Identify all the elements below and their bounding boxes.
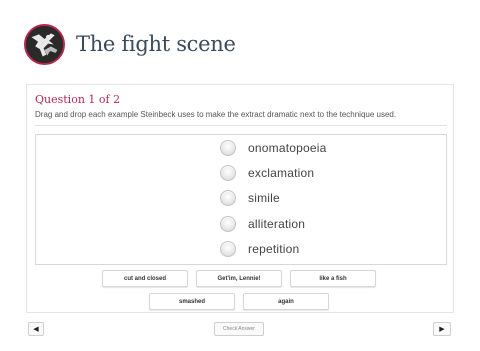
check-answer-label: Check Answer [223, 326, 255, 332]
drop-target-icon[interactable] [220, 165, 236, 181]
check-answer-button[interactable]: Check Answer [214, 322, 264, 336]
technique-row-onomatopoeia: onomatopoeia [220, 138, 326, 158]
drop-target-icon[interactable] [220, 190, 236, 206]
technique-row-simile: simile [220, 188, 280, 208]
answer-chip-cut-and-closed[interactable]: cut and closed [102, 270, 188, 287]
drop-target-icon[interactable] [220, 241, 236, 257]
next-button[interactable]: ▶ [433, 322, 451, 336]
header: The fight scene [0, 0, 480, 80]
fighters-silhouette-icon [24, 24, 65, 65]
drop-target-icon[interactable] [220, 216, 236, 232]
technique-row-repetition: repetition [220, 239, 299, 259]
drop-area: onomatopoeia exclamation simile allitera… [35, 134, 447, 265]
question-title: Question 1 of 2 [35, 93, 121, 106]
triangle-right-icon: ▶ [439, 325, 445, 333]
answer-chip-smashed[interactable]: smashed [149, 293, 235, 310]
page-title: The fight scene [76, 32, 236, 56]
technique-row-exclamation: exclamation [220, 163, 314, 183]
answer-chip-again[interactable]: again [243, 293, 329, 310]
previous-button[interactable]: ◀ [28, 322, 44, 336]
answer-chip-like-a-fish[interactable]: like a fish [290, 270, 376, 287]
technique-label: repetition [248, 242, 300, 256]
question-instructions: Drag and drop each example Steinbeck use… [35, 110, 397, 119]
triangle-left-icon: ◀ [33, 325, 39, 333]
drop-target-icon[interactable] [220, 140, 236, 156]
technique-label: onomatopoeia [248, 141, 327, 155]
technique-row-alliteration: alliteration [220, 214, 305, 234]
technique-label: alliteration [248, 217, 306, 231]
divider [35, 125, 447, 126]
answer-chip-get-im-lennie[interactable]: Get'im, Lennie! [196, 270, 282, 287]
technique-label: simile [248, 191, 280, 205]
technique-label: exclamation [248, 166, 315, 180]
